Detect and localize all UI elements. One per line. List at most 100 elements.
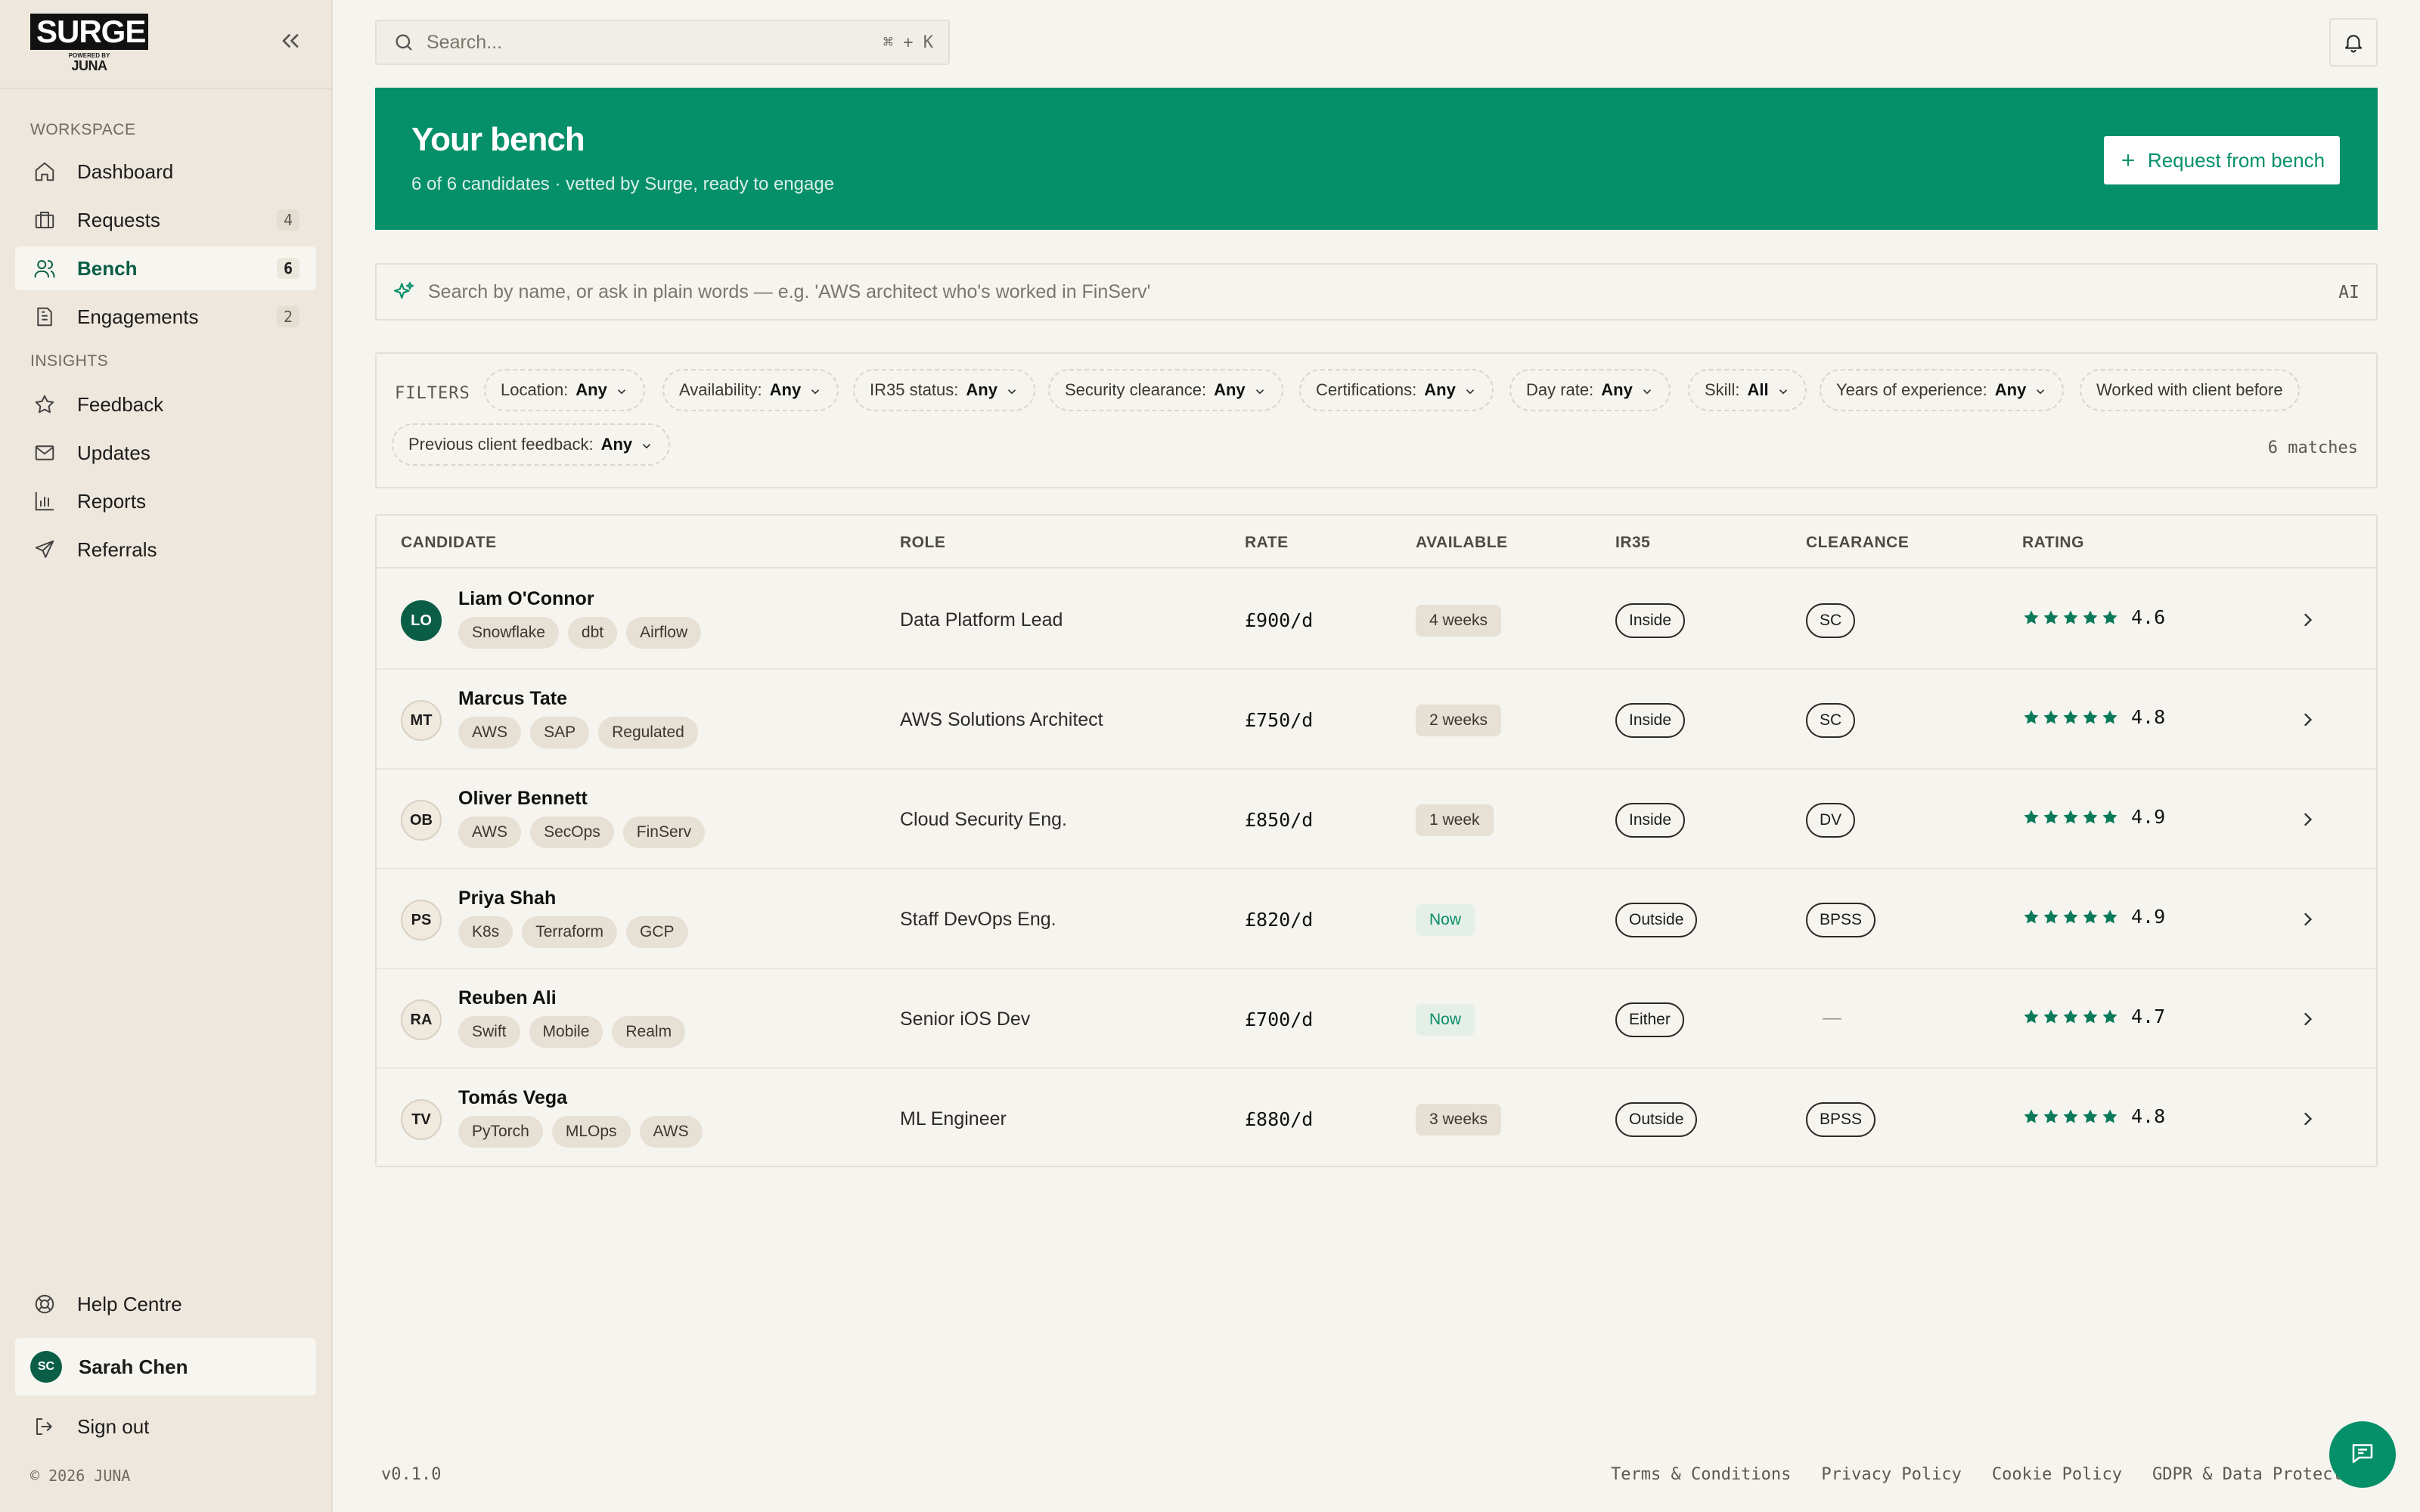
table-row[interactable]: OB Oliver Bennett AWS SecOps FinServ Cloud Se… <box>377 770 2376 869</box>
chevron-down-icon <box>1463 383 1477 397</box>
rating-star-icon <box>2042 1008 2060 1026</box>
filter-skill[interactable]: Skill: All <box>1688 369 1807 411</box>
skill-tag: dbt <box>567 617 618 649</box>
notifications-bell-icon[interactable] <box>2329 18 2378 67</box>
sign-out-button[interactable]: Sign out <box>15 1405 316 1448</box>
filter-label: Previous client feedback: <box>408 435 594 454</box>
candidate-name[interactable]: Oliver Bennett <box>458 788 588 810</box>
skill-tag: SAP <box>530 717 590 748</box>
help-centre-link[interactable]: Help Centre <box>15 1282 316 1326</box>
sidebar-item-referrals[interactable]: Referrals <box>15 528 316 572</box>
rating-star-icon <box>2101 808 2119 826</box>
filter-years-of-experience[interactable]: Years of experience: Any <box>1820 369 2065 411</box>
filter-certifications[interactable]: Certifications: Any <box>1299 369 1494 411</box>
chevron-down-icon <box>615 383 628 397</box>
candidate-name[interactable]: Liam O'Connor <box>458 588 594 610</box>
rating-star-icon <box>2101 1008 2119 1026</box>
sidebar-item-label: Engagements <box>77 305 199 328</box>
availability-badge: Now <box>1416 1004 1475 1036</box>
availability-badge: Now <box>1416 904 1475 936</box>
user-name: Sarah Chen <box>79 1355 188 1378</box>
candidate-name[interactable]: Tomás Vega <box>458 1087 567 1109</box>
candidate-rating: 4.9 <box>2022 806 2165 828</box>
skill-tag: AWS <box>639 1116 703 1148</box>
filter-value: Any <box>1994 380 2027 399</box>
rating-star-icon <box>2081 1108 2099 1126</box>
skill-tag: Airflow <box>626 617 702 649</box>
footer-link-privacy[interactable]: Privacy Policy <box>1821 1465 1961 1484</box>
ai-search-placeholder: Search by name, or ask in plain words — … <box>428 280 1151 302</box>
filter-previous-client-feedback[interactable]: Previous client feedback: Any <box>392 423 671 466</box>
candidate-name[interactable]: Priya Shah <box>458 888 556 909</box>
chat-icon <box>2349 1439 2376 1470</box>
ir35-badge: Outside <box>1615 1102 1698 1137</box>
filter-value: Any <box>1601 380 1633 399</box>
filter-day-rate[interactable]: Day rate: Any <box>1509 369 1671 411</box>
clearance-badge: DV <box>1806 803 1856 838</box>
rating-star-icon <box>2022 1008 2040 1026</box>
skill-tags: PyTorch MLOps AWS <box>458 1116 712 1148</box>
rating-value: 4.9 <box>2131 806 2166 828</box>
filter-value: Any <box>966 380 997 399</box>
footer-link-terms[interactable]: Terms & Conditions <box>1611 1465 1791 1484</box>
sidebar: SURGE POWERED BY JUNA WORKSPACE Dashboar… <box>0 0 333 1512</box>
column-header-candidate[interactable]: CANDIDATE <box>401 534 497 552</box>
lifebuoy-icon <box>33 1293 56 1315</box>
table-row[interactable]: MT Marcus Tate AWS SAP Regulated AWS Solution… <box>377 670 2376 770</box>
candidate-rating: 4.9 <box>2022 906 2165 928</box>
sidebar-item-label: Feedback <box>77 392 164 416</box>
table-row[interactable]: PS Priya Shah K8s Terraform GCP Staff DevOps … <box>377 869 2376 969</box>
brand-name: SURGE <box>30 14 148 50</box>
filter-ir35-status[interactable]: IR35 status: Any <box>853 369 1035 411</box>
sidebar-item-reports[interactable]: Reports <box>15 479 316 523</box>
sidebar-item-engagements[interactable]: Engagements 2 <box>15 295 316 339</box>
sidebar-item-requests[interactable]: Requests 4 <box>15 198 316 242</box>
table-row[interactable]: LO Liam O'Connor Snowflake dbt Airflow Data P… <box>377 570 2376 670</box>
footer-link-cookies[interactable]: Cookie Policy <box>1992 1465 2122 1484</box>
filter-location[interactable]: Location: Any <box>484 369 645 411</box>
candidate-rate: £700/d <box>1245 1009 1314 1030</box>
skill-tags: Snowflake dbt Airflow <box>458 617 710 649</box>
ai-search-input[interactable]: Search by name, or ask in plain words — … <box>375 263 2378 321</box>
chat-support-button[interactable] <box>2329 1421 2396 1488</box>
chevron-right-icon[interactable] <box>2297 809 2319 830</box>
candidate-role: Cloud Security Eng. <box>900 809 1067 830</box>
sidebar-item-dashboard[interactable]: Dashboard <box>15 150 316 194</box>
chevron-right-icon[interactable] <box>2297 609 2319 631</box>
skill-tag: K8s <box>458 916 513 948</box>
collapse-sidebar-icon[interactable] <box>277 27 304 54</box>
chevron-right-icon[interactable] <box>2297 1009 2319 1030</box>
sidebar-item-bench[interactable]: Bench 6 <box>15 246 316 290</box>
rating-star-icon <box>2022 609 2040 627</box>
skill-tag: GCP <box>626 916 688 948</box>
column-header-role[interactable]: ROLE <box>900 534 945 552</box>
filter-worked-with-client-before[interactable]: Worked with client before <box>2080 369 2300 411</box>
table-row[interactable]: TV Tomás Vega PyTorch MLOps AWS ML Engineer £8… <box>377 1069 2376 1169</box>
sidebar-item-label: Dashboard <box>77 160 174 183</box>
column-header-rate[interactable]: RATE <box>1245 534 1289 552</box>
skill-tag: Realm <box>612 1016 686 1048</box>
global-search-input[interactable]: Search... ⌘ + K <box>375 20 950 65</box>
chevron-down-icon <box>640 438 653 451</box>
sidebar-item-label: Requests <box>77 208 160 231</box>
column-header-available[interactable]: AVAILABLE <box>1416 534 1508 552</box>
chevron-right-icon[interactable] <box>2297 1108 2319 1129</box>
candidate-name[interactable]: Reuben Ali <box>458 987 557 1009</box>
filter-availability[interactable]: Availability: Any <box>662 369 839 411</box>
skill-tags: AWS SAP Regulated <box>458 717 707 748</box>
rating-star-icon <box>2042 609 2060 627</box>
filter-security-clearance[interactable]: Security clearance: Any <box>1048 369 1283 411</box>
column-header-clearance[interactable]: CLEARANCE <box>1806 534 1909 552</box>
chevron-right-icon[interactable] <box>2297 909 2319 930</box>
column-header-ir35[interactable]: IR35 <box>1615 534 1650 552</box>
candidate-name[interactable]: Marcus Tate <box>458 688 567 710</box>
user-profile-card[interactable]: SC Sarah Chen <box>15 1338 316 1396</box>
sidebar-item-updates[interactable]: Updates <box>15 431 316 475</box>
chevron-right-icon[interactable] <box>2297 709 2319 730</box>
sidebar-item-feedback[interactable]: Feedback <box>15 383 316 426</box>
brand-logo[interactable]: SURGE POWERED BY JUNA <box>30 14 148 73</box>
column-header-rating[interactable]: RATING <box>2022 534 2084 552</box>
request-from-bench-button[interactable]: Request from bench <box>2104 136 2340 184</box>
chevron-down-icon <box>1253 383 1267 397</box>
table-row[interactable]: RA Reuben Ali Swift Mobile Realm Senior iOS D… <box>377 969 2376 1069</box>
